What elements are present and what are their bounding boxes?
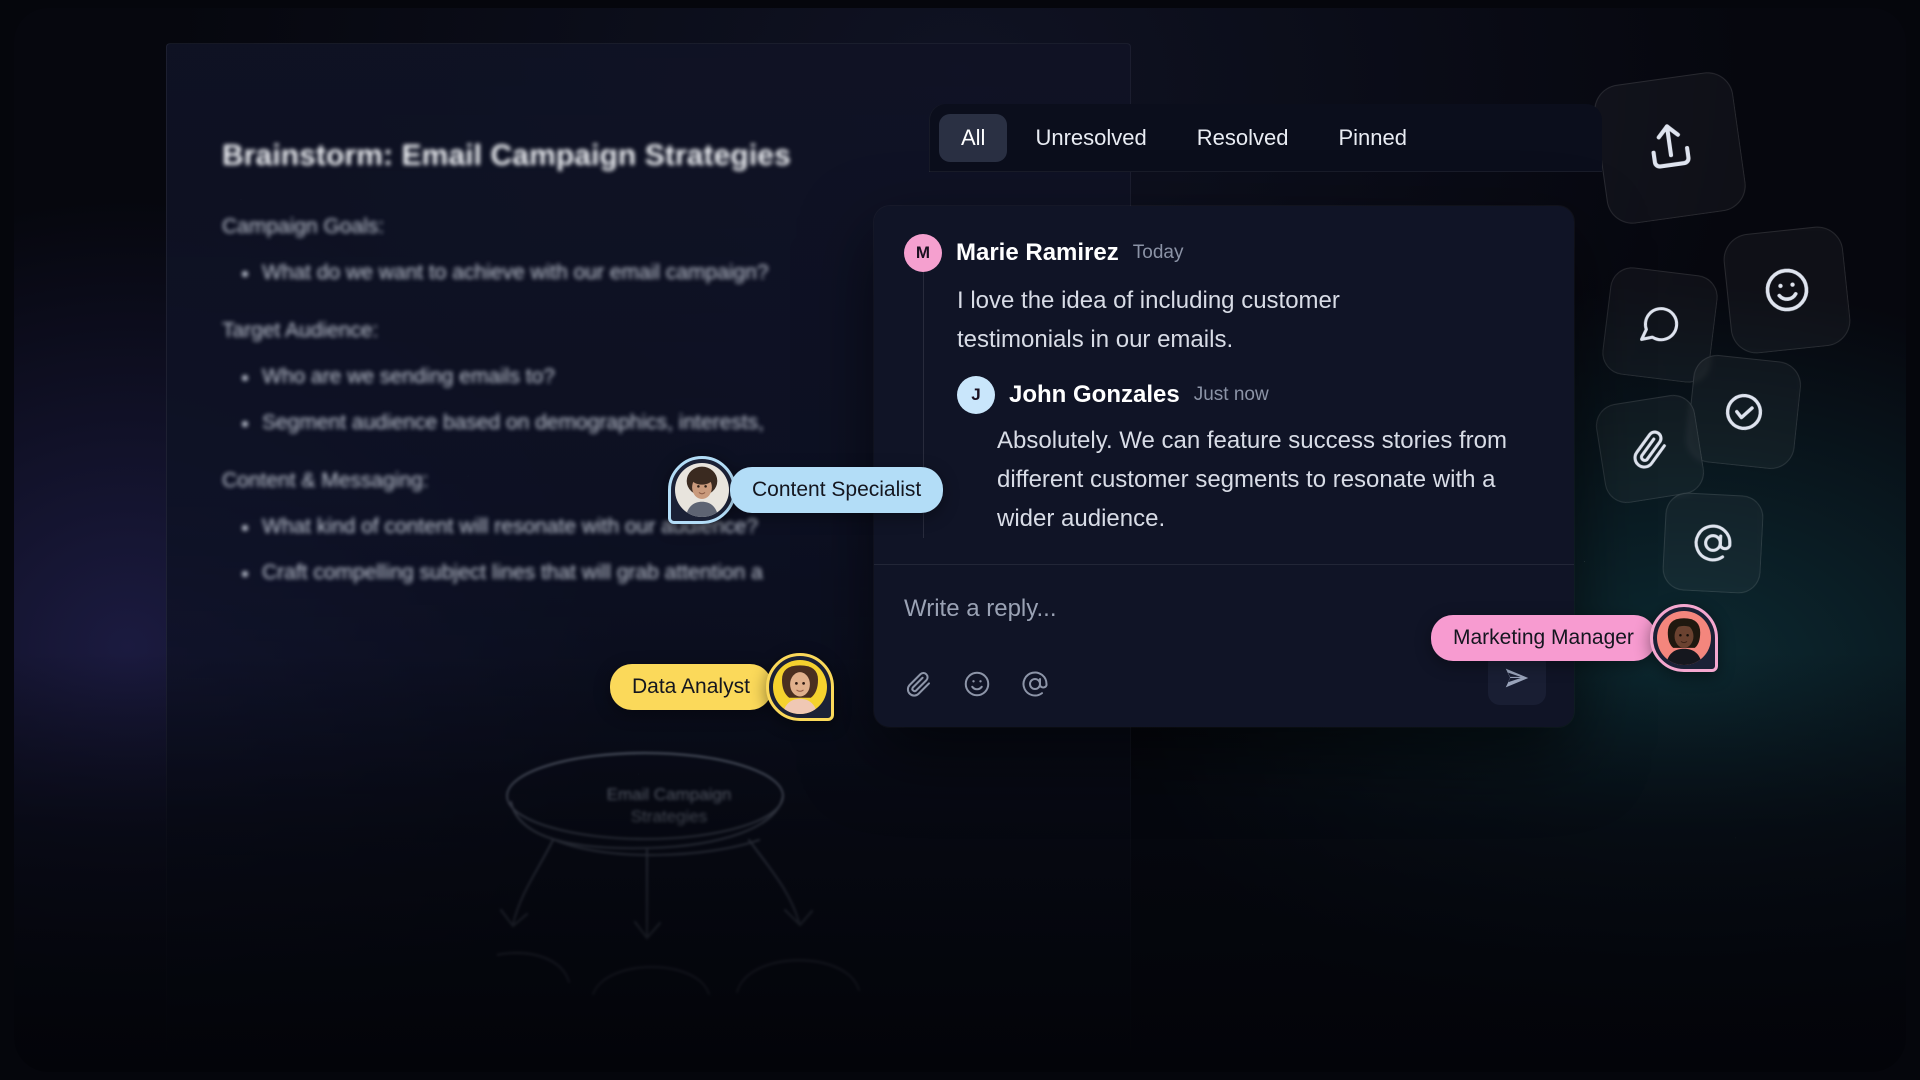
avatar-image [772, 660, 827, 714]
mention-icon[interactable] [1020, 669, 1050, 699]
avatar[interactable]: J [957, 375, 995, 414]
avatar[interactable] [1649, 604, 1718, 672]
tab-resolved[interactable]: Resolved [1175, 114, 1311, 162]
presence-marketing-manager[interactable]: Marketing Manager [1431, 604, 1718, 672]
attach-icon[interactable] [1592, 391, 1708, 507]
comment-reply: J John Gonzales Just now Absolutely. We … [905, 375, 1542, 539]
avatar[interactable]: M [904, 234, 942, 272]
composer-toolbar [904, 669, 1542, 699]
avatar-image [675, 463, 729, 517]
avatar-image [1656, 611, 1711, 665]
tab-all[interactable]: All [939, 114, 1008, 162]
comment-header: M Marie Ramirez Today [904, 234, 1542, 272]
presence-content-specialist[interactable]: Content Specialist [668, 456, 944, 524]
tab-pinned[interactable]: Pinned [1316, 114, 1429, 162]
check-icon[interactable] [1684, 352, 1804, 472]
mindmap-sketch [497, 751, 861, 996]
reply-timestamp: Just now [1193, 383, 1269, 405]
comment-text: I love the idea of including customer te… [957, 287, 1340, 353]
comment-thread: M Marie Ramirez Today I love the idea of… [874, 206, 1574, 564]
comment-timestamp: Today [1132, 242, 1184, 263]
emoji-icon[interactable] [1721, 224, 1853, 356]
mention-icon[interactable] [1661, 491, 1765, 595]
avatar[interactable] [765, 653, 834, 721]
avatar[interactable] [668, 456, 736, 524]
comment-body: I love the idea of including customer te… [923, 272, 1542, 539]
share-icon[interactable] [1590, 68, 1750, 228]
presence-role-label: Data Analyst [610, 664, 772, 710]
reply-text: Absolutely. We can feature success stori… [997, 426, 1507, 532]
tab-unresolved[interactable]: Unresolved [1013, 114, 1168, 162]
reply-body: Absolutely. We can feature success stori… [957, 422, 1542, 539]
presence-role-label: Marketing Manager [1431, 615, 1656, 661]
workspace-frame: Brainstorm: Email Campaign Strategies Ca… [14, 8, 1906, 1072]
reply-author: John Gonzales [1009, 380, 1180, 408]
comment-filter-tabs: All Unresolved Resolved Pinned [929, 104, 1602, 172]
presence-role-label: Content Specialist [730, 467, 944, 513]
app-stage: Brainstorm: Email Campaign Strategies Ca… [0, 0, 1920, 1080]
comment-author: Marie Ramirez [956, 239, 1119, 266]
attach-icon[interactable] [904, 669, 934, 699]
reply-header: J John Gonzales Just now [957, 375, 1542, 414]
presence-data-analyst[interactable]: Data Analyst [610, 653, 834, 721]
emoji-icon[interactable] [962, 669, 992, 699]
